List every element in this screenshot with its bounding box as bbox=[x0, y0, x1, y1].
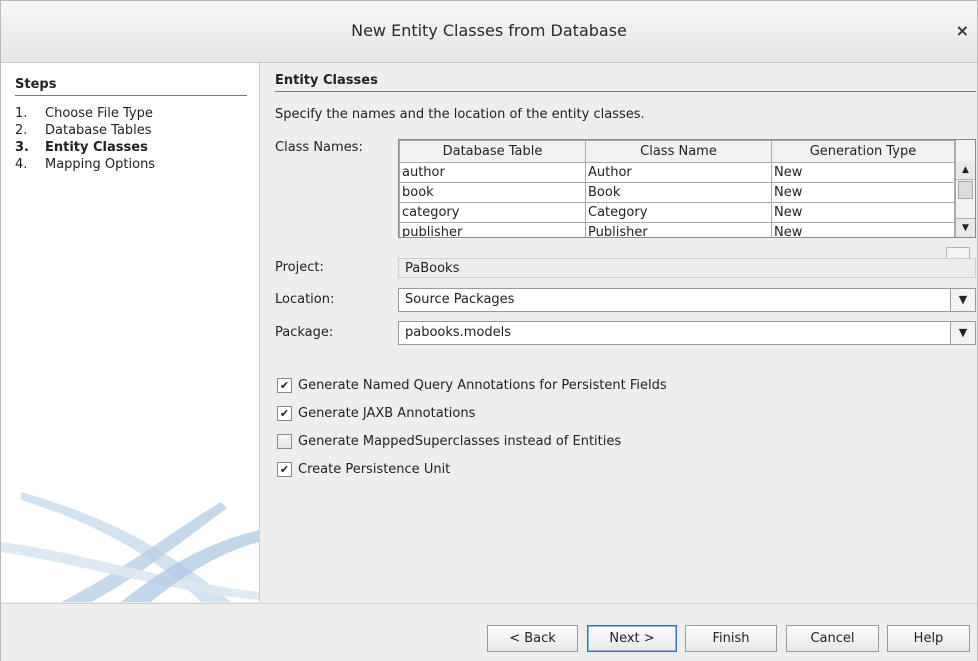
table-cell[interactable]: Author bbox=[585, 162, 772, 183]
table-cell[interactable]: New bbox=[771, 182, 955, 203]
step-item: 1. Choose File Type bbox=[15, 105, 155, 122]
table-cell[interactable]: New bbox=[771, 222, 955, 237]
class-names-label: Class Names: bbox=[275, 140, 363, 155]
step-label: Mapping Options bbox=[45, 157, 156, 172]
steps-heading: Steps bbox=[15, 77, 247, 96]
table-scrollbar[interactable]: ▲ ▼ bbox=[955, 140, 975, 237]
column-header[interactable]: Generation Type bbox=[771, 140, 955, 163]
close-icon[interactable]: × bbox=[956, 21, 969, 40]
package-label: Package: bbox=[275, 325, 334, 340]
table-row[interactable]: publisher Publisher New bbox=[399, 222, 955, 237]
location-label: Location: bbox=[275, 292, 335, 307]
table-cell[interactable]: Category bbox=[585, 202, 772, 223]
checkbox-label: Generate JAXB Annotations bbox=[298, 406, 476, 421]
table-row[interactable]: category Category New bbox=[399, 202, 955, 223]
title-bar: New Entity Classes from Database × bbox=[1, 1, 977, 63]
table-cell[interactable]: publisher bbox=[399, 222, 586, 237]
step-label: Entity Classes bbox=[45, 140, 148, 155]
step-label: Choose File Type bbox=[45, 106, 153, 121]
chevron-down-icon[interactable]: ▼ bbox=[950, 289, 975, 311]
section-title: Entity Classes bbox=[275, 73, 976, 92]
scroll-down-icon[interactable]: ▼ bbox=[956, 218, 975, 237]
help-button[interactable]: Help bbox=[887, 625, 970, 652]
table-cell[interactable]: category bbox=[399, 202, 586, 223]
table-header-row: Database Table Class Name Generation Typ… bbox=[399, 140, 955, 163]
step-number: 2. bbox=[15, 123, 28, 138]
class-names-table[interactable]: Database Table Class Name Generation Typ… bbox=[398, 139, 976, 238]
checkbox-named-query[interactable]: ✔ Generate Named Query Annotations for Pe… bbox=[277, 378, 667, 394]
package-value: pabooks.models bbox=[405, 325, 512, 340]
project-label: Project: bbox=[275, 260, 324, 275]
step-item: 2. Database Tables bbox=[15, 122, 155, 139]
column-header[interactable]: Database Table bbox=[399, 140, 586, 163]
package-select[interactable]: pabooks.models ▼ bbox=[398, 321, 976, 345]
checkbox-label: Create Persistence Unit bbox=[298, 462, 451, 477]
checkbox-label: Generate Named Query Annotations for Per… bbox=[298, 378, 667, 393]
step-label: Database Tables bbox=[45, 123, 152, 138]
checkbox-checked-icon[interactable]: ✔ bbox=[277, 462, 292, 477]
back-button[interactable]: < Back bbox=[487, 625, 578, 652]
project-field: PaBooks bbox=[398, 258, 976, 278]
checkbox-persistence-unit[interactable]: ✔ Create Persistence Unit bbox=[277, 462, 450, 478]
table-cell[interactable]: New bbox=[771, 162, 955, 183]
column-header[interactable]: Class Name bbox=[585, 140, 772, 163]
window-title: New Entity Classes from Database bbox=[351, 21, 627, 40]
step-item: 4. Mapping Options bbox=[15, 156, 155, 173]
table-row[interactable]: author Author New bbox=[399, 162, 955, 183]
section-description: Specify the names and the location of th… bbox=[275, 107, 645, 122]
checkbox-checked-icon[interactable]: ✔ bbox=[277, 406, 292, 421]
table-row[interactable]: book Book New bbox=[399, 182, 955, 203]
steps-list: 1. Choose File Type 2. Database Tables 3. E… bbox=[15, 105, 155, 173]
checkbox-unchecked-icon[interactable] bbox=[277, 434, 292, 449]
checkbox-jaxb[interactable]: ✔ Generate JAXB Annotations bbox=[277, 406, 475, 422]
scroll-up-icon[interactable]: ▲ bbox=[956, 161, 975, 180]
next-button[interactable]: Next > bbox=[587, 625, 677, 652]
table-cell[interactable]: book bbox=[399, 182, 586, 203]
checkbox-mapped-superclasses[interactable]: Generate MappedSuperclasses instead of E… bbox=[277, 434, 621, 450]
checkbox-checked-icon[interactable]: ✔ bbox=[277, 378, 292, 393]
content-panel: Entity Classes Specify the names and the… bbox=[260, 63, 977, 602]
location-value: Source Packages bbox=[405, 292, 515, 307]
table-cell[interactable]: Publisher bbox=[585, 222, 772, 237]
step-number: 4. bbox=[15, 157, 28, 172]
table-cell[interactable]: Book bbox=[585, 182, 772, 203]
button-bar: < Back Next > Finish Cancel Help bbox=[1, 603, 977, 661]
step-item-current: 3. Entity Classes bbox=[15, 139, 155, 156]
dialog-window: New Entity Classes from Database × Steps… bbox=[0, 0, 978, 661]
location-select[interactable]: Source Packages ▼ bbox=[398, 288, 976, 312]
class-names-grid: Database Table Class Name Generation Typ… bbox=[399, 140, 955, 237]
steps-panel: Steps 1. Choose File Type 2. Database Tabl… bbox=[1, 63, 260, 602]
scroll-thumb[interactable] bbox=[958, 181, 973, 199]
table-cell[interactable]: author bbox=[399, 162, 586, 183]
chevron-down-icon[interactable]: ▼ bbox=[950, 322, 975, 344]
table-cell[interactable]: New bbox=[771, 202, 955, 223]
checkbox-label: Generate MappedSuperclasses instead of E… bbox=[298, 434, 622, 449]
step-number: 3. bbox=[15, 140, 29, 155]
step-number: 1. bbox=[15, 106, 28, 121]
cancel-button[interactable]: Cancel bbox=[786, 625, 879, 652]
wizard-swoosh-graphic bbox=[1, 492, 259, 602]
finish-button[interactable]: Finish bbox=[685, 625, 777, 652]
